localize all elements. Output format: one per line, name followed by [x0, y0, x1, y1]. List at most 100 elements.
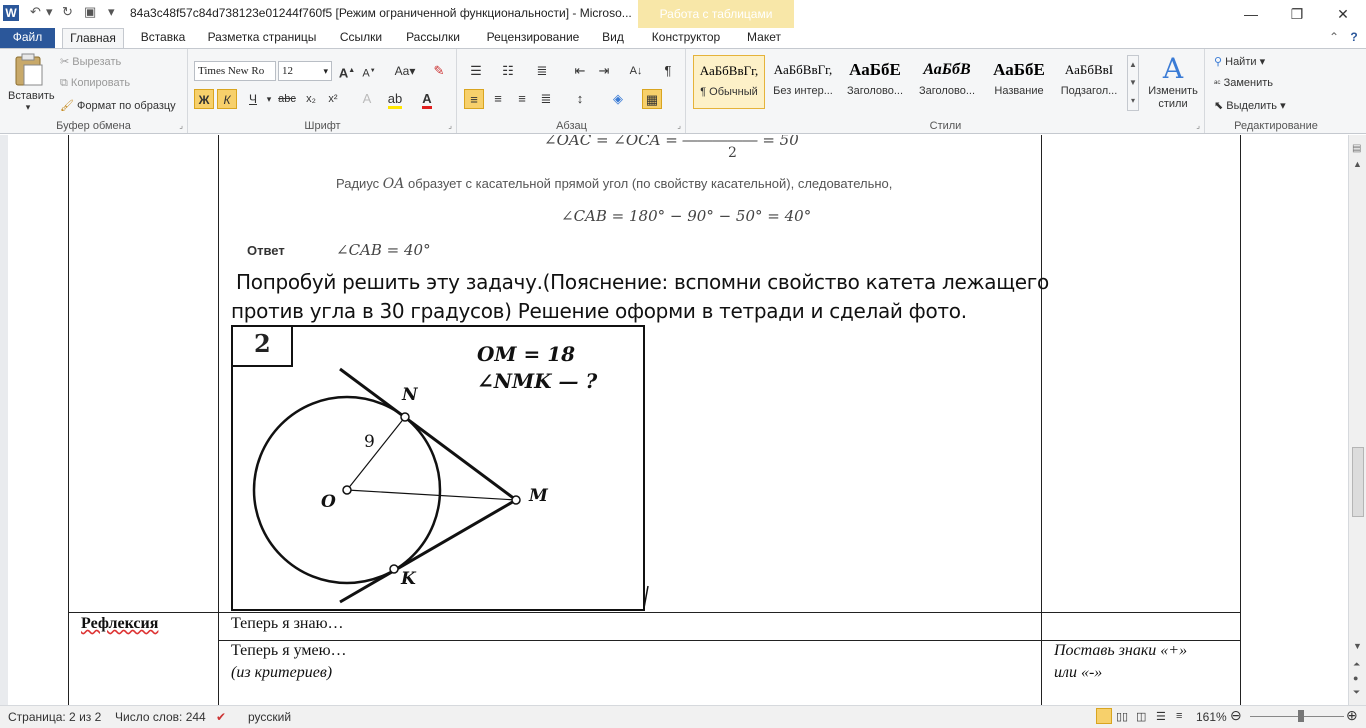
paragraph-launcher-icon[interactable]: ⌟ [677, 121, 681, 130]
style-name: Без интер... [773, 85, 833, 97]
show-marks-icon[interactable]: ¶ [658, 61, 678, 81]
align-center-button[interactable]: ≡ [488, 89, 508, 109]
increase-indent-icon[interactable]: ⇥ [594, 61, 614, 81]
shading-icon[interactable]: ◈ [608, 89, 628, 109]
scrollbar-thumb[interactable] [1352, 447, 1364, 517]
font-launcher-icon[interactable]: ⌟ [448, 121, 452, 130]
superscript-button[interactable]: x² [323, 89, 343, 109]
scroll-down-icon[interactable]: ▼ [1353, 641, 1362, 651]
copy-button[interactable]: ⧉ Копировать [60, 77, 130, 90]
tab-references[interactable]: Ссылки [334, 28, 388, 48]
format-painter-button[interactable]: 🖌 Формат по образцу [60, 99, 176, 112]
tab-insert[interactable]: Вставка [136, 28, 190, 48]
grow-font-icon[interactable]: A▲ [337, 61, 357, 81]
clipboard-icon [15, 53, 43, 86]
italic-button[interactable]: К [217, 89, 237, 109]
style-title[interactable]: АаБбЕ Название [983, 55, 1055, 109]
clipboard-group: Вставить ▾ ✂ Вырезать ⧉ Копировать 🖌 Фор… [0, 49, 188, 133]
highlight-icon[interactable]: ab [385, 89, 405, 109]
scroll-up-icon[interactable]: ▲ [1353, 159, 1362, 169]
multilevel-list-icon[interactable]: ≣ [532, 61, 552, 81]
bullets-icon[interactable]: ☰ [466, 61, 486, 81]
tab-file[interactable]: Файл [0, 28, 55, 48]
text-effects-icon[interactable]: A [357, 89, 377, 109]
zoom-slider-track[interactable] [1250, 716, 1344, 717]
paste-dropdown-icon[interactable]: ▾ [8, 102, 48, 113]
zoom-out-icon[interactable]: ⊖ [1230, 707, 1242, 724]
numbering-icon[interactable]: ☷ [498, 61, 518, 81]
zoom-slider-thumb[interactable] [1298, 710, 1304, 722]
redo-icon[interactable]: ↻ [62, 4, 73, 20]
styles-launcher-icon[interactable]: ⌟ [1196, 121, 1200, 130]
clear-format-icon[interactable]: ✎ [429, 61, 449, 81]
page-counter[interactable]: Страница: 2 из 2 [8, 710, 101, 724]
style-subtitle[interactable]: АаБбВвІ Подзагол... [1053, 55, 1125, 109]
change-styles-button[interactable]: A Изменить стили [1143, 53, 1203, 111]
zoom-level[interactable]: 161% [1196, 710, 1227, 724]
outline-icon[interactable]: ☰ [1156, 710, 1166, 723]
help-icon[interactable]: ? [1346, 28, 1362, 48]
replace-label: Заменить [1223, 77, 1274, 89]
next-page-icon[interactable]: ⏷ [1353, 687, 1360, 698]
document-area[interactable]: ∠OAC = ∠OCA = ――――― = 50 2 Радиус OA обр… [0, 135, 1366, 705]
ruler-toggle-icon[interactable]: ▤ [1352, 143, 1361, 154]
select-button[interactable]: ⬉ Выделить ▾ [1214, 99, 1286, 112]
underline-dropdown-icon[interactable]: ▾ [259, 89, 279, 109]
tab-review[interactable]: Рецензирование [478, 28, 588, 48]
tab-view[interactable]: Вид [596, 28, 630, 48]
font-size-dropdown-icon[interactable]: ▾ [323, 62, 328, 80]
browse-object-icon[interactable]: ● [1353, 673, 1358, 683]
tab-mailings[interactable]: Рассылки [400, 28, 466, 48]
align-left-button[interactable]: ≡ [464, 89, 484, 109]
radius-length-label: 9 [364, 432, 375, 452]
word-count[interactable]: Число слов: 244 [115, 710, 206, 724]
decrease-indent-icon[interactable]: ⇤ [570, 61, 590, 81]
tab-home[interactable]: Главная [62, 28, 124, 48]
strikethrough-button[interactable]: abc [277, 89, 297, 109]
replace-button[interactable]: ᵃᶜ Заменить [1214, 77, 1273, 89]
full-screen-reading-icon[interactable]: ▯▯ [1116, 710, 1128, 723]
close-button[interactable]: ✕ [1320, 0, 1366, 28]
change-case-icon[interactable]: Aa▾ [391, 61, 419, 81]
styles-scroll[interactable]: ▲ ▼ ▾ [1127, 55, 1139, 111]
web-layout-icon[interactable]: ◫ [1136, 710, 1146, 723]
font-size-combo[interactable]: 12 ▾ [278, 61, 332, 81]
paste-button[interactable]: Вставить ▾ [8, 53, 55, 125]
borders-icon[interactable]: ▦ [642, 89, 662, 109]
font-color-icon[interactable]: A [417, 89, 437, 109]
cut-button[interactable]: ✂ Вырезать [60, 55, 121, 68]
style-heading-1[interactable]: АаБбЕ Заголово... [839, 55, 911, 109]
subscript-button[interactable]: x₂ [301, 89, 321, 109]
line-spacing-icon[interactable]: ↕ [570, 89, 590, 109]
undo-icon[interactable]: ↶ [30, 4, 41, 20]
draft-icon[interactable]: ≡ [1176, 710, 1182, 722]
tab-layout[interactable]: Макет [740, 28, 788, 48]
undo-dropdown-icon[interactable]: ▾ [46, 4, 53, 20]
minimize-ribbon-icon[interactable]: ⌃ [1326, 28, 1342, 48]
tab-design[interactable]: Конструктор [644, 28, 728, 48]
clipboard-launcher-icon[interactable]: ⌟ [179, 121, 183, 130]
language[interactable]: русский [248, 710, 291, 724]
style-heading-2[interactable]: АаБбВ Заголово... [911, 55, 983, 109]
minimize-button[interactable]: — [1228, 0, 1274, 28]
bold-button[interactable]: Ж [194, 89, 214, 109]
restore-button[interactable]: ❐ [1274, 0, 1320, 28]
find-button[interactable]: ⚲ Найти ▾ [1214, 55, 1265, 68]
zoom-in-icon[interactable]: ⊕ [1346, 707, 1358, 724]
sort-icon[interactable]: A↓ [626, 61, 646, 81]
style-no-spacing[interactable]: АаБбВвГг, Без интер... [767, 55, 839, 109]
left-margin [0, 135, 8, 705]
prev-page-icon[interactable]: ⏶ [1353, 659, 1360, 670]
align-right-button[interactable]: ≡ [512, 89, 532, 109]
print-layout-icon[interactable] [1096, 708, 1112, 724]
justify-button[interactable]: ≣ [536, 89, 556, 109]
shrink-font-icon[interactable]: A▼ [359, 61, 379, 81]
save-icon[interactable]: ▣ [84, 4, 96, 20]
proofing-icon[interactable]: ✔ [216, 710, 226, 724]
vertical-scrollbar[interactable]: ▤ ▲ ▼ ⏶ ● ⏷ [1348, 135, 1366, 705]
tab-page-layout[interactable]: Разметка страницы [202, 28, 322, 48]
font-name-combo[interactable]: Times New Ro [194, 61, 276, 81]
font-group-label: Шрифт [304, 120, 341, 132]
customize-qat-icon[interactable]: ▾ [108, 4, 115, 20]
style-normal[interactable]: АаБбВвГг, ¶ Обычный [693, 55, 765, 109]
